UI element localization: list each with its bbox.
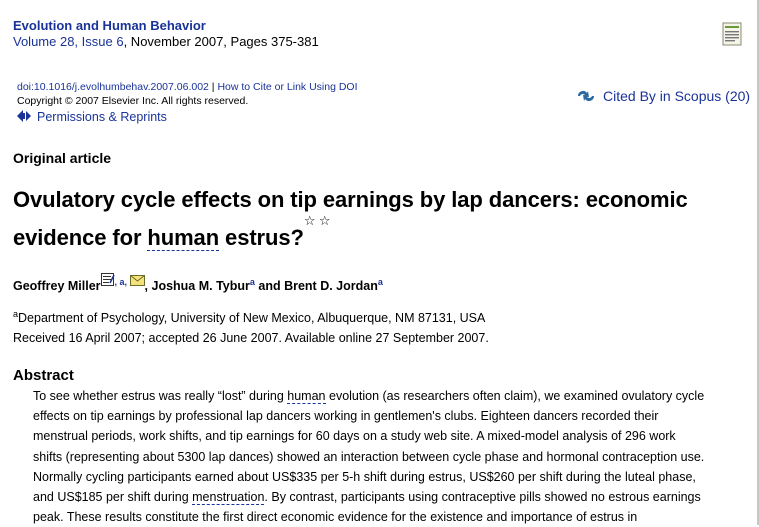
scopus-label: Cited By in Scopus (20) bbox=[603, 88, 751, 104]
cite-doi-link[interactable]: How to Cite or Link Using DOI bbox=[217, 81, 357, 93]
abstract-line: menstrual periods, work shifts, and tip … bbox=[33, 429, 676, 444]
author-name[interactable]: , Joshua M. Tybur bbox=[145, 279, 250, 293]
article-title-line-2: evidence for human estrus?☆ ☆ bbox=[13, 213, 331, 251]
author-name[interactable]: and Brent D. Jordan bbox=[255, 279, 377, 293]
abstract-line: effects on tip earnings by professional … bbox=[33, 409, 659, 424]
volume-issue-link[interactable]: Volume 28, Issue 6 bbox=[13, 34, 124, 49]
author-list: Geoffrey Miller , a, , Joshua M. Tybur a a… bbox=[13, 273, 383, 293]
article-type: Original article bbox=[13, 150, 112, 166]
permissions-label: Permissions & Reprints bbox=[37, 110, 167, 124]
abstract-heading: Abstract bbox=[13, 367, 74, 384]
journal-issue-info: Volume 28, Issue 6, November 2007, Pages… bbox=[13, 34, 319, 49]
abstract-line: Normally cycling participants earned abo… bbox=[33, 469, 696, 484]
author-name[interactable]: Geoffrey Miller bbox=[13, 279, 101, 293]
human-term-link[interactable]: human bbox=[287, 389, 326, 404]
abstract-line: shifts (representing about 5300 lap danc… bbox=[33, 449, 705, 464]
star-footnote-icon[interactable]: ☆ ☆ bbox=[304, 213, 331, 228]
cited-by-scopus-link[interactable]: Cited By in Scopus (20) bbox=[576, 88, 750, 104]
diamond-arrow-icon bbox=[17, 110, 31, 122]
affiliation-marker[interactable]: a bbox=[378, 277, 383, 287]
permissions-reprints-link[interactable]: Permissions & Reprints bbox=[17, 110, 167, 124]
human-term-link[interactable]: human bbox=[147, 225, 219, 251]
copyright-notice: Copyright © 2007 Elsevier Inc. All right… bbox=[17, 95, 249, 107]
title-text-end: estrus? bbox=[219, 225, 304, 250]
article-title-line-1: Ovulatory cycle effects on tip earnings … bbox=[13, 187, 688, 212]
affiliation-text: Department of Psychology, University of … bbox=[18, 311, 486, 326]
doi-link[interactable]: doi:10.1016/j.evolhumbehav.2007.06.002 bbox=[17, 81, 209, 93]
publication-history: Received 16 April 2007; accepted 26 June… bbox=[13, 331, 489, 345]
author-footnote-marker[interactable]: , a, bbox=[115, 277, 130, 287]
menstruation-term-link[interactable]: menstruation bbox=[192, 490, 265, 506]
affiliation: aDepartment of Psychology, University of… bbox=[13, 309, 485, 325]
issue-date-pages: , November 2007, Pages 375-381 bbox=[123, 34, 319, 49]
scopus-cycle-icon bbox=[576, 89, 596, 103]
journal-title-link[interactable]: Evolution and Human Behavior bbox=[13, 18, 206, 33]
abstract-line: and US$185 per shift during menstruation… bbox=[33, 490, 701, 506]
doi-line: doi:10.1016/j.evolhumbehav.2007.06.002 |… bbox=[17, 81, 358, 93]
abstract-body: To see whether estrus was really “lost” … bbox=[33, 386, 749, 527]
email-icon[interactable] bbox=[129, 275, 145, 289]
title-text: evidence for bbox=[13, 225, 148, 250]
corresponding-author-icon[interactable] bbox=[100, 273, 115, 289]
abstract-line: peak. These results constitute the first… bbox=[33, 510, 638, 525]
document-icon[interactable] bbox=[722, 22, 742, 46]
abstract-line: To see whether estrus was really “lost” … bbox=[33, 389, 705, 404]
